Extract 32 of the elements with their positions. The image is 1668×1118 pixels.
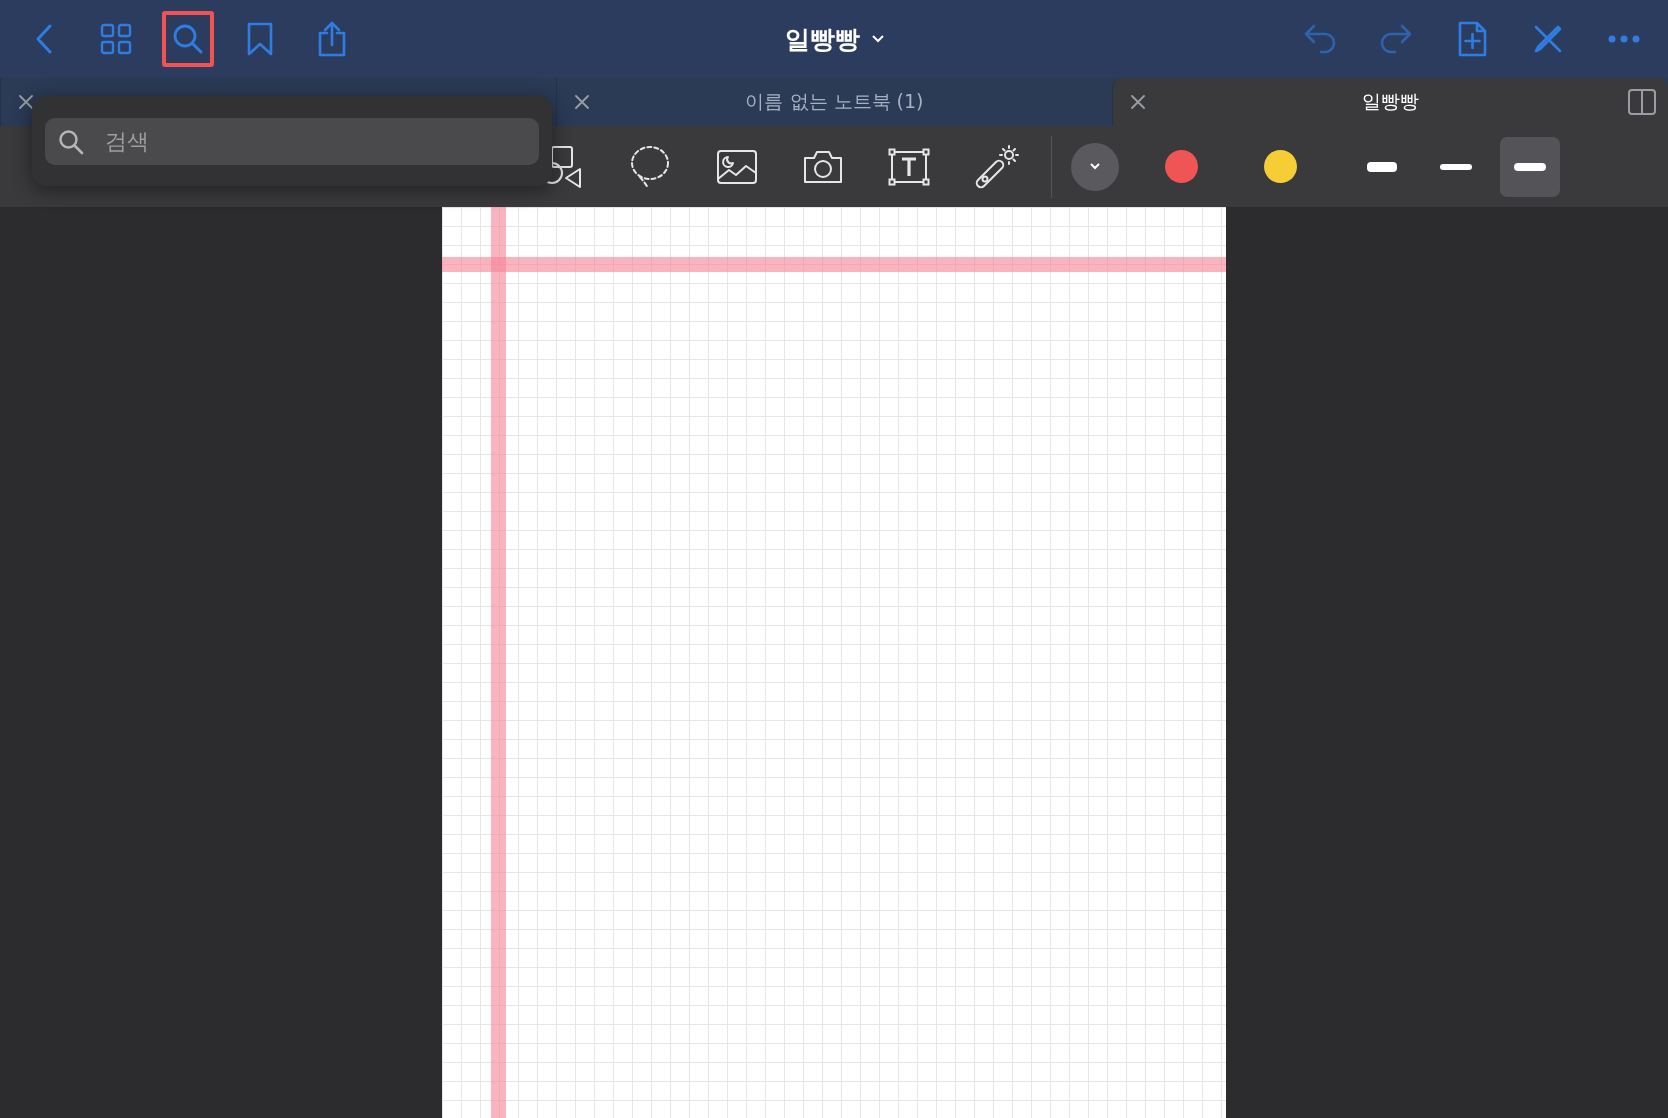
lasso-icon bbox=[628, 143, 672, 190]
search-button[interactable] bbox=[162, 11, 214, 67]
split-view-icon[interactable] bbox=[1628, 89, 1656, 115]
chevron-down-icon bbox=[1090, 163, 1100, 170]
grid-icon bbox=[100, 23, 132, 55]
color-picker-button[interactable] bbox=[1071, 142, 1119, 191]
undo-icon bbox=[1303, 23, 1337, 55]
tab-label: 이름 없는 노트북 (1) bbox=[745, 89, 924, 114]
search-icon bbox=[172, 23, 204, 55]
close-icon[interactable] bbox=[575, 95, 589, 109]
notebook-tab[interactable]: 일빵빵 bbox=[1112, 78, 1668, 126]
back-icon bbox=[34, 23, 54, 55]
search-field[interactable]: 검색 bbox=[45, 117, 539, 165]
text-box-icon bbox=[888, 147, 930, 186]
camera-icon bbox=[802, 148, 844, 185]
add-page-icon bbox=[1456, 20, 1488, 58]
image-icon bbox=[716, 148, 758, 185]
bookmark-icon bbox=[246, 21, 274, 57]
notebook-title[interactable]: 일빵빵 bbox=[784, 22, 884, 56]
color-swatch[interactable] bbox=[1264, 150, 1297, 183]
tab-label: 일빵빵 bbox=[1362, 89, 1419, 114]
stroke-width-button[interactable] bbox=[1500, 136, 1560, 197]
more-icon bbox=[1607, 34, 1641, 44]
color-swatch[interactable] bbox=[1165, 150, 1198, 183]
close-icon[interactable] bbox=[1131, 95, 1145, 109]
close-icon[interactable] bbox=[19, 95, 33, 109]
pen-crossed-icon bbox=[1532, 23, 1564, 55]
redo-icon bbox=[1379, 23, 1413, 55]
chevron-down-icon bbox=[871, 35, 884, 43]
laser-pointer-icon bbox=[974, 143, 1020, 190]
share-icon bbox=[317, 20, 347, 58]
grid-paper[interactable] bbox=[442, 207, 1226, 1118]
